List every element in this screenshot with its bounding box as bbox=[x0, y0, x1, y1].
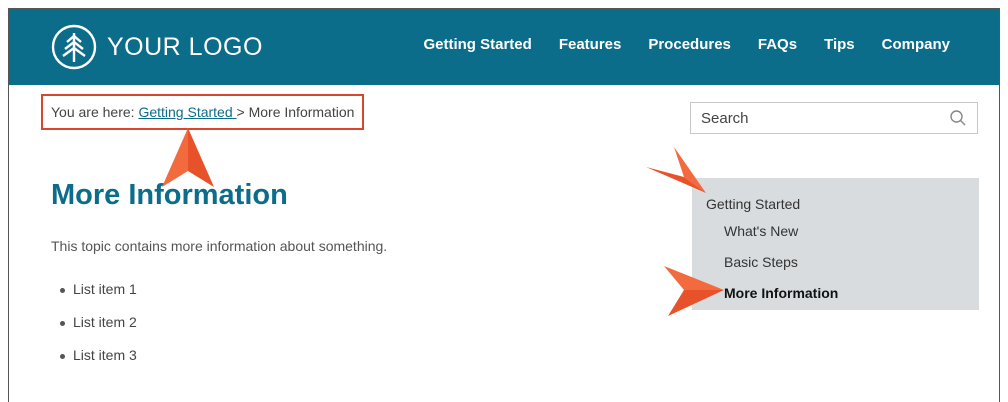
logo-text: YOUR LOGO bbox=[107, 32, 263, 61]
tree-logo-icon bbox=[51, 24, 97, 70]
page-title: More Information bbox=[51, 179, 288, 211]
toc-item-basic-steps[interactable]: Basic Steps bbox=[724, 254, 798, 270]
search-input[interactable] bbox=[701, 109, 949, 127]
toc-item-getting-started[interactable]: Getting Started bbox=[706, 196, 800, 212]
toc-item-whats-new[interactable]: What's New bbox=[724, 223, 798, 239]
nav-company[interactable]: Company bbox=[882, 36, 950, 53]
breadcrumb-link-getting-started[interactable]: Getting Started bbox=[138, 104, 236, 120]
breadcrumb-separator: > bbox=[236, 104, 249, 120]
nav-faqs[interactable]: FAQs bbox=[758, 36, 797, 53]
nav-features[interactable]: Features bbox=[559, 36, 622, 53]
intro-text: This topic contains more information abo… bbox=[51, 238, 388, 254]
top-nav: Getting Started Features Procedures FAQs… bbox=[396, 36, 950, 53]
list-item: List item 3 bbox=[51, 347, 137, 380]
breadcrumb-prefix: You are here: bbox=[51, 104, 139, 120]
browser-frame: YOUR LOGO Getting Started Features Proce… bbox=[8, 8, 1000, 402]
search-box bbox=[690, 102, 978, 134]
nav-getting-started[interactable]: Getting Started bbox=[423, 36, 531, 53]
side-toc: Getting Started What's New Basic Steps M… bbox=[692, 178, 979, 310]
logo[interactable]: YOUR LOGO bbox=[51, 23, 263, 71]
bullet-list: List item 1 List item 2 List item 3 bbox=[51, 281, 137, 380]
list-item: List item 1 bbox=[51, 281, 137, 314]
site-header: YOUR LOGO Getting Started Features Proce… bbox=[9, 9, 999, 85]
nav-tips[interactable]: Tips bbox=[824, 36, 855, 53]
breadcrumb: You are here: Getting Started > More Inf… bbox=[41, 94, 365, 130]
nav-procedures[interactable]: Procedures bbox=[648, 36, 731, 53]
search-icon[interactable] bbox=[949, 109, 967, 127]
toc-item-more-information[interactable]: More Information bbox=[724, 285, 838, 301]
breadcrumb-current: More Information bbox=[248, 104, 355, 120]
list-item: List item 2 bbox=[51, 314, 137, 347]
